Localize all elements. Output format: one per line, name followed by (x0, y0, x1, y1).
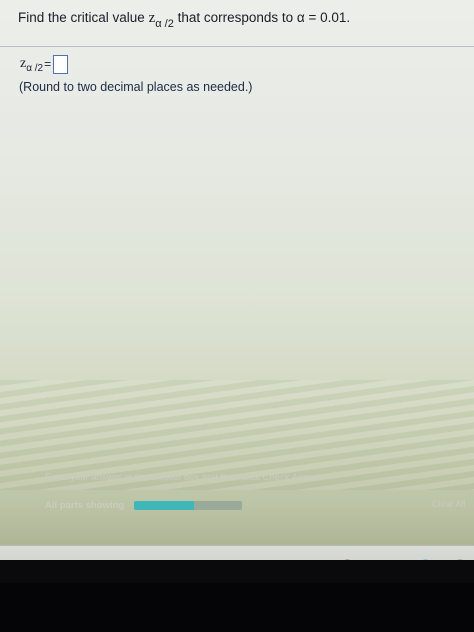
question-text: Find the critical value zα /2 that corre… (18, 10, 351, 30)
file-explorer-icon[interactable] (222, 559, 238, 560)
question-subscript: α /2 (155, 18, 174, 30)
svg-text:e: e (378, 559, 385, 560)
parts-label: All parts showing (45, 500, 125, 511)
answer-subscript: α /2 (26, 62, 44, 74)
skype-icon[interactable]: S (417, 559, 433, 560)
taskbar: e e S (0, 545, 474, 560)
svg-text:e: e (186, 560, 194, 561)
store-icon[interactable] (261, 559, 277, 560)
home-icon[interactable] (301, 559, 317, 560)
chrome-icon[interactable] (339, 559, 355, 560)
app-icon[interactable] (452, 559, 468, 560)
edge-icon[interactable]: e (184, 559, 200, 561)
progress-fill (134, 501, 194, 510)
parts-row: All parts showing (45, 499, 243, 512)
question-prefix: Find the critical value (18, 10, 145, 25)
monitor-bezel (0, 583, 474, 632)
question-suffix: that corresponds to α = 0.01. (177, 10, 351, 25)
answer-input[interactable] (53, 54, 69, 74)
answer-equals: = (44, 57, 52, 71)
divider (0, 46, 474, 47)
app-screen: Find the critical value zα /2 that corre… (0, 0, 474, 560)
instruction-text: Enter your answer in the answer box and … (45, 472, 326, 483)
answer-row: zα /2 = (20, 54, 69, 74)
internet-explorer-icon[interactable]: e (377, 559, 393, 560)
task-view-icon[interactable] (126, 559, 142, 560)
progress-bar (134, 501, 243, 510)
clear-all-button[interactable]: Clear All (432, 499, 466, 509)
microphone-icon[interactable] (92, 559, 108, 560)
rounding-hint: (Round to two decimal places as needed.) (19, 80, 253, 94)
